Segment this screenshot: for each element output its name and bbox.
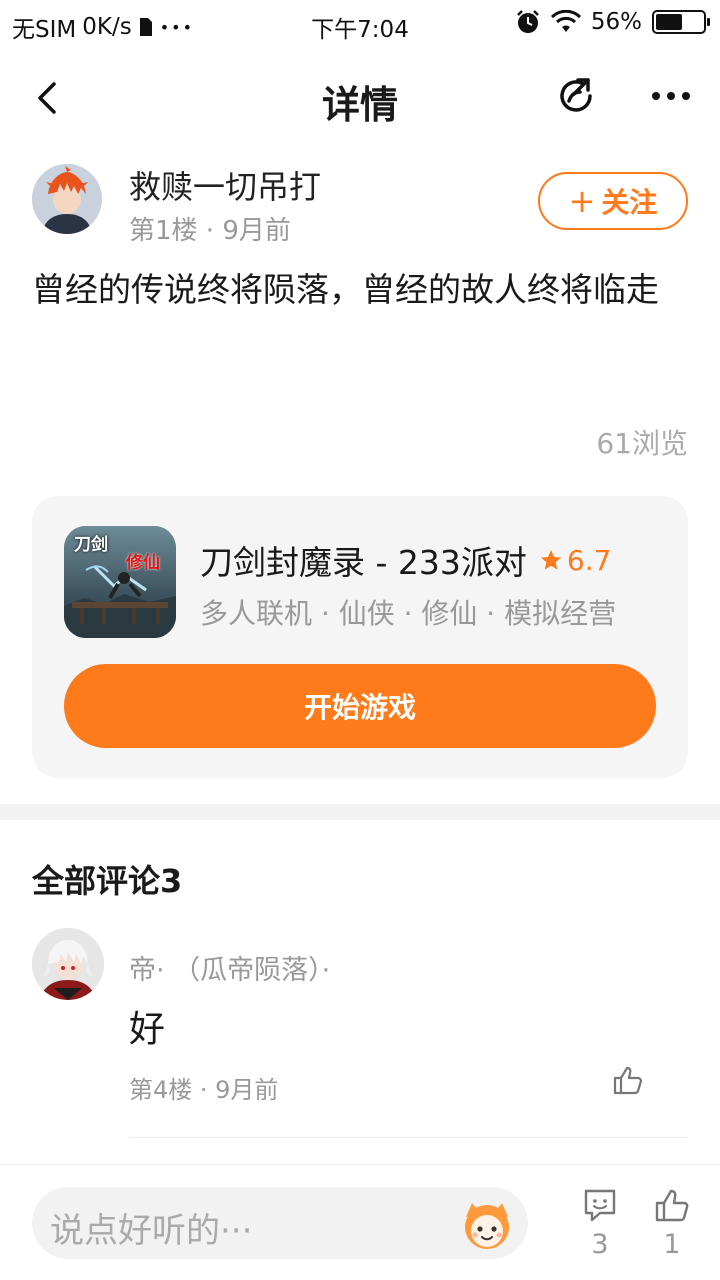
game-icon-text-left: 刀剑 <box>74 535 108 555</box>
author-name[interactable]: 救赎一切吊打 <box>129 162 321 208</box>
follow-button[interactable]: + 关注 <box>538 172 688 230</box>
section-divider <box>0 804 720 820</box>
view-count: 61浏览 <box>596 427 688 460</box>
more-icon[interactable] <box>648 76 694 116</box>
plus-icon: + <box>568 182 596 220</box>
star-icon <box>540 550 561 570</box>
post-header: 救赎一切吊打 第1楼 · 9月前 + 关注 <box>32 162 688 246</box>
commenter-avatar-illustration <box>32 928 104 1000</box>
comment-separator <box>129 1137 688 1138</box>
start-game-button[interactable]: 开始游戏 <box>64 664 656 748</box>
battery-percent: 56% <box>590 9 642 35</box>
like-count: 1 <box>663 1229 681 1260</box>
battery-icon <box>652 10 710 34</box>
comment-input-placeholder: 说点好听的··· <box>50 1211 253 1251</box>
comment-count-action[interactable]: 3 <box>575 1185 625 1260</box>
game-title[interactable]: 刀剑封魔录 - 233派对 <box>200 536 527 584</box>
post-content: 曾经的传说终将陨落，曾经的故人终将临走 <box>32 270 659 309</box>
post-floor-meta: 第1楼 · 9月前 <box>129 216 291 246</box>
share-icon[interactable] <box>554 74 598 118</box>
nav-bar: 详情 <box>0 52 720 142</box>
status-bar: 无SIM 0K/s ••• 下午7:04 56% <box>0 0 720 50</box>
wifi-icon <box>550 10 581 32</box>
comments-title: 全部评论3 <box>32 862 183 900</box>
mascot-emoji-icon[interactable] <box>458 1195 516 1253</box>
comment-item: 帝· （瓜帝陨落）· 好 第4楼 · 9月前 <box>32 928 688 1138</box>
commenter-avatar[interactable] <box>32 928 104 1000</box>
thumbs-up-icon[interactable] <box>610 1062 646 1098</box>
game-rating: 6.7 <box>539 543 612 577</box>
game-card[interactable]: 刀剑 修仙 刀剑封魔录 - 233派对 6.7 多人联机 · 仙侠 · 修仙 ·… <box>32 496 688 778</box>
rating-value: 6.7 <box>566 543 612 577</box>
like-icon <box>655 1189 689 1222</box>
like-count-action[interactable]: 1 <box>647 1185 697 1260</box>
page-title: 详情 <box>321 83 398 127</box>
game-icon-text-right: 修仙 <box>126 553 160 573</box>
comment-meta: 第4楼 · 9月前 <box>129 1076 279 1104</box>
game-tags: 多人联机 · 仙侠 · 修仙 · 模拟经营 <box>200 597 617 630</box>
avatar-illustration <box>32 164 102 234</box>
game-title-row[interactable]: 刀剑封魔录 - 233派对 6.7 <box>200 536 611 584</box>
game-icon[interactable]: 刀剑 修仙 <box>64 526 176 638</box>
comment-count: 3 <box>591 1229 609 1260</box>
comment-input[interactable]: 说点好听的··· <box>32 1187 528 1259</box>
alarm-icon <box>516 10 539 33</box>
battery-fill <box>656 14 682 30</box>
bottom-bar: 说点好听的··· 3 1 <box>0 1164 720 1280</box>
comment-text: 好 <box>129 1009 166 1050</box>
comment-bubble-icon <box>584 1189 616 1222</box>
commenter-name[interactable]: 帝· （瓜帝陨落）· <box>129 948 330 987</box>
follow-label: 关注 <box>601 186 658 219</box>
status-right: 56% <box>515 9 710 35</box>
author-avatar[interactable] <box>32 164 102 234</box>
